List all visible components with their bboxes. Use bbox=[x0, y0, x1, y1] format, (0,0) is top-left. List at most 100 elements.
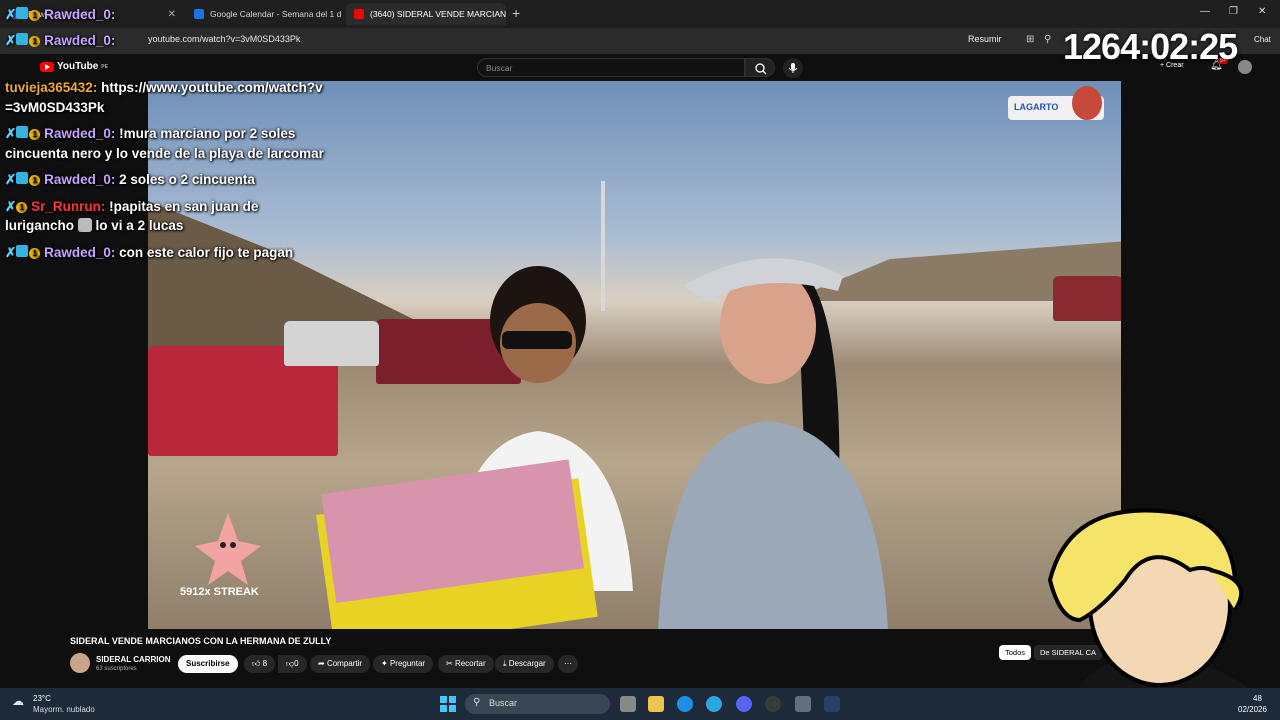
stream-timer: 1264:02:25 bbox=[1063, 26, 1238, 67]
close-window-icon[interactable]: ✕ bbox=[1258, 6, 1266, 17]
ask-button[interactable]: ✦ Preguntar bbox=[373, 655, 434, 673]
chat-message: ✗ 1 Rawded_0: 2 soles o 2 cincuenta bbox=[5, 170, 325, 190]
settings-gear-icon[interactable] bbox=[795, 696, 811, 712]
clip-label: Recortar bbox=[454, 659, 486, 668]
account-avatar[interactable] bbox=[1238, 60, 1252, 74]
channel-name[interactable]: SIDERAL CARRION bbox=[96, 655, 171, 664]
weather-temperature[interactable]: 23°C bbox=[33, 694, 51, 703]
chrome-icon[interactable] bbox=[765, 696, 781, 712]
search-input[interactable]: Buscar bbox=[477, 58, 745, 77]
chat-username: Rawded_0: bbox=[44, 33, 116, 48]
minimize-icon[interactable]: — bbox=[1200, 6, 1210, 17]
taskbar-search[interactable]: ⚲ Buscar bbox=[465, 694, 610, 714]
dislike-count: 0 bbox=[294, 659, 299, 668]
clip-button[interactable]: ✂ Recortar bbox=[438, 655, 494, 673]
sub-badge-icon: 1 bbox=[29, 36, 41, 47]
chat-username: Rawded_0: bbox=[44, 172, 116, 187]
more-actions-button[interactable]: ··· bbox=[558, 655, 578, 673]
share-label: Compartir bbox=[326, 659, 363, 668]
lagarto-text: LAGARTO bbox=[1014, 102, 1059, 112]
emote-icon bbox=[77, 218, 92, 232]
search-button[interactable] bbox=[745, 58, 775, 77]
download-button[interactable]: ⤓ Descargar bbox=[495, 655, 554, 673]
cloud-weather-icon: ☁ bbox=[12, 694, 24, 708]
search-icon bbox=[755, 63, 767, 75]
chat-username: Sr_Runrun: bbox=[31, 198, 106, 214]
share-button[interactable]: ➦ Compartir bbox=[310, 655, 371, 673]
taskbar-search-label: Buscar bbox=[489, 698, 518, 708]
overlay-name-second: ✗ 1 Rawded_0: bbox=[5, 31, 115, 51]
channel-avatar[interactable] bbox=[70, 653, 90, 673]
tab-label: (3640) SIDERAL VENDE MARCIAN bbox=[370, 9, 506, 19]
cartoon-character bbox=[1047, 508, 1270, 720]
chat-message: ✗ 1 Sr_Runrun: !papitas en san juan de lu… bbox=[5, 197, 325, 236]
extensions-icon[interactable]: ⊞ bbox=[1026, 34, 1034, 45]
ask-label: Preguntar bbox=[389, 659, 426, 668]
badge-icon bbox=[16, 172, 29, 184]
dislike-button[interactable]: 👎︎0 bbox=[278, 655, 307, 673]
zoom-icon[interactable]: ⚲ bbox=[1044, 34, 1051, 45]
chat-username: Rawded_0: bbox=[44, 126, 116, 141]
streak-counter: 5912x STREAK bbox=[180, 586, 259, 598]
chat-username: Rawded_0: bbox=[44, 7, 116, 22]
download-label: Descargar bbox=[508, 659, 546, 668]
sparkle-icon: ✦ bbox=[381, 659, 388, 668]
microphone-icon bbox=[788, 63, 798, 73]
sub-badge-icon: 1 bbox=[29, 10, 41, 21]
weather-description[interactable]: Mayorm. nublado bbox=[33, 705, 95, 714]
chat-overlay: tuvieja365432: https://www.youtube.com/w… bbox=[5, 78, 325, 269]
badge-icon bbox=[16, 33, 29, 45]
woman-in-grey-sweater bbox=[658, 258, 888, 629]
subscriber-count: 63 suscriptores bbox=[96, 666, 137, 672]
app-icon[interactable] bbox=[824, 696, 840, 712]
youtube-logo[interactable]: YouTube PE bbox=[40, 61, 108, 72]
parked-car-right bbox=[1053, 276, 1121, 321]
chat-button[interactable]: Chat bbox=[1254, 35, 1271, 44]
ice-cream-box bbox=[315, 459, 598, 629]
tab-youtube[interactable]: (3640) SIDERAL VENDE MARCIAN ✕ bbox=[346, 3, 506, 25]
new-tab-button[interactable]: + bbox=[512, 5, 520, 21]
sword-icon: ✗ bbox=[5, 7, 17, 22]
ccleaner-icon[interactable] bbox=[706, 696, 722, 712]
tab-label: Google Calendar - Semana del 1 d bbox=[210, 9, 342, 19]
lagarto-mascot-icon bbox=[1072, 86, 1102, 120]
download-icon: ⤓ bbox=[503, 659, 507, 668]
voice-search-button[interactable] bbox=[783, 58, 803, 78]
sword-icon: ✗ bbox=[5, 172, 17, 187]
close-icon[interactable]: ✕ bbox=[168, 9, 176, 20]
filter-chip-todos[interactable]: Todos bbox=[999, 645, 1032, 660]
sub-badge-icon: 1 bbox=[29, 175, 41, 186]
sub-badge-icon: 1 bbox=[29, 247, 41, 259]
badge-icon bbox=[16, 244, 29, 257]
patrick-star-sticker bbox=[195, 513, 261, 585]
taskbar-time[interactable]: 48 bbox=[1253, 694, 1262, 703]
file-explorer-icon[interactable] bbox=[648, 696, 664, 712]
windows-start-icon[interactable] bbox=[440, 696, 456, 712]
youtube-play-icon bbox=[40, 61, 54, 72]
chat-username: Rawded_0: bbox=[44, 244, 116, 260]
sword-icon: ✗ bbox=[5, 198, 17, 214]
overlay-name-top: ✗ 1 Rawded_0: bbox=[5, 5, 115, 25]
taskbar-date[interactable]: 02/2026 bbox=[1238, 705, 1267, 714]
sub-badge-icon: 1 bbox=[29, 129, 41, 140]
chat-message: ✗ 1 Rawded_0: con este calor fijo te paga… bbox=[5, 243, 325, 263]
resumir-button[interactable]: Resumir bbox=[968, 34, 1002, 44]
tab-google-calendar[interactable]: Google Calendar - Semana del 1 d ✕ bbox=[186, 3, 344, 25]
like-count: 8 bbox=[262, 659, 268, 668]
white-van bbox=[284, 321, 379, 366]
search-icon: ⚲ bbox=[473, 697, 481, 708]
discord-icon[interactable] bbox=[736, 696, 752, 712]
sub-badge-icon: 1 bbox=[16, 201, 28, 213]
region-code: PE bbox=[101, 63, 108, 70]
like-button[interactable]: 👍︎ 8 bbox=[244, 655, 276, 673]
subscribe-button[interactable]: Suscribirse bbox=[178, 655, 238, 673]
edge-browser-icon[interactable] bbox=[677, 696, 693, 712]
youtube-favicon-icon bbox=[354, 9, 364, 19]
sword-icon: ✗ bbox=[5, 244, 17, 260]
url-field[interactable]: youtube.com/watch?v=3vM0SD433Pk bbox=[148, 34, 300, 44]
task-view-icon[interactable] bbox=[620, 696, 636, 712]
thumbs-down-icon: 👎︎ bbox=[286, 659, 295, 668]
chat-username: tuvieja365432: bbox=[5, 80, 98, 95]
restore-icon[interactable]: ❐ bbox=[1229, 6, 1238, 17]
video-title: SIDERAL VENDE MARCIANOS CON LA HERMANA D… bbox=[70, 636, 332, 646]
